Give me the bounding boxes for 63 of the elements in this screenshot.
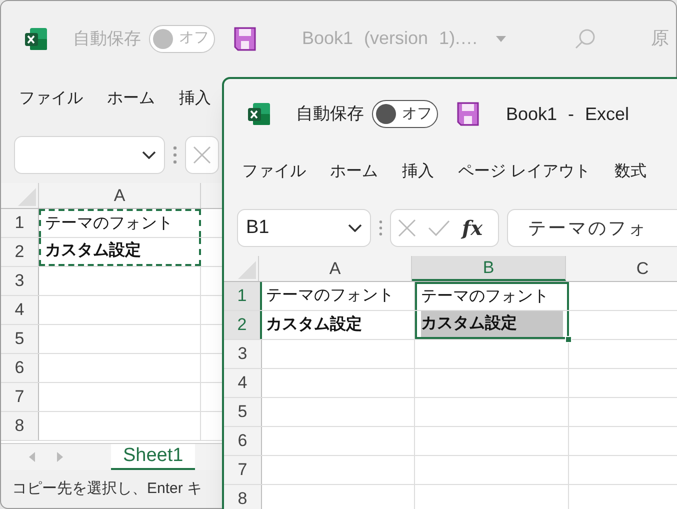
name-box[interactable] xyxy=(14,136,165,174)
name-box[interactable]: B1 xyxy=(237,209,371,247)
search-icon[interactable] xyxy=(574,28,596,50)
row-header[interactable]: 2 xyxy=(1,238,39,266)
spreadsheet-cell[interactable]: テーマのフォント xyxy=(39,209,201,237)
chevron-down-icon xyxy=(348,224,362,232)
caret-icon xyxy=(496,36,506,42)
column-header[interactable]: B xyxy=(412,256,566,281)
excel-logo-icon xyxy=(23,26,49,52)
row-header[interactable]: 6 xyxy=(1,354,39,382)
menu-tab[interactable]: ページ レイアウト xyxy=(458,160,590,184)
toggle-knob-icon xyxy=(153,28,173,48)
status-message: コピー先を選択し、Enter キ xyxy=(12,478,202,499)
toggle-knob-icon xyxy=(376,104,396,124)
spreadsheet-cell[interactable]: カスタム設定 xyxy=(415,311,569,339)
drag-handle-icon[interactable] xyxy=(173,146,177,164)
spreadsheet-cell[interactable]: テーマのフォント xyxy=(262,282,415,310)
scroll-left-icon[interactable] xyxy=(29,452,35,462)
row-header[interactable]: 1 xyxy=(224,282,262,310)
chevron-down-icon xyxy=(142,151,156,159)
scroll-right-icon[interactable] xyxy=(57,452,63,462)
row-header[interactable]: 1 xyxy=(1,209,39,237)
row-header[interactable]: 5 xyxy=(1,325,39,353)
row-header[interactable]: 4 xyxy=(224,369,262,397)
row-header[interactable]: 2 xyxy=(224,311,262,339)
cell-reference: B1 xyxy=(246,216,270,240)
menu-tab[interactable]: ファイル xyxy=(19,86,83,110)
row-header[interactable]: 7 xyxy=(224,456,262,484)
row-header[interactable]: 3 xyxy=(1,267,39,295)
row-header[interactable]: 7 xyxy=(1,383,39,411)
window-title: Book1 - Excel xyxy=(506,102,630,126)
row-header[interactable]: 8 xyxy=(1,412,39,440)
row-header[interactable]: 5 xyxy=(224,398,262,426)
toggle-label: オフ xyxy=(179,28,209,48)
row-header[interactable]: 3 xyxy=(224,340,262,368)
menu-tab[interactable]: 挿入 xyxy=(402,160,434,184)
cancel-icon[interactable] xyxy=(398,219,416,237)
toggle-label: オフ xyxy=(402,104,432,124)
column-header[interactable]: C xyxy=(566,256,677,281)
menu-tab[interactable]: ファイル xyxy=(242,160,306,184)
window-title: Book1 (version 1).… xyxy=(302,27,478,50)
sheet-tab[interactable]: Sheet1 xyxy=(111,444,196,470)
formula-input[interactable]: テーマのフォ xyxy=(507,209,677,247)
row-header[interactable]: 4 xyxy=(1,296,39,324)
menu-tab[interactable]: 数式 xyxy=(614,160,646,184)
save-icon[interactable] xyxy=(233,26,257,52)
fill-handle[interactable] xyxy=(565,336,572,343)
autosave-label: 自動保存 xyxy=(73,28,141,50)
insert-function-button[interactable]: fx xyxy=(462,218,483,238)
check-icon[interactable] xyxy=(428,219,450,237)
row-header[interactable]: 8 xyxy=(224,485,262,509)
menu-tab[interactable]: ホーム xyxy=(330,160,378,184)
menu-tab[interactable]: 挿入 xyxy=(179,86,211,110)
drag-handle-icon[interactable] xyxy=(378,219,382,237)
menu-tab[interactable]: ホーム xyxy=(107,86,155,110)
autosave-toggle[interactable]: オフ xyxy=(372,100,438,128)
save-icon[interactable] xyxy=(456,101,480,127)
cancel-icon[interactable] xyxy=(193,146,211,164)
row-header[interactable]: 6 xyxy=(224,427,262,455)
spreadsheet-cell[interactable]: カスタム設定 xyxy=(39,238,201,266)
excel-logo-icon xyxy=(246,101,272,127)
user-name: 原 xyxy=(651,27,670,50)
autosave-label: 自動保存 xyxy=(296,103,364,126)
